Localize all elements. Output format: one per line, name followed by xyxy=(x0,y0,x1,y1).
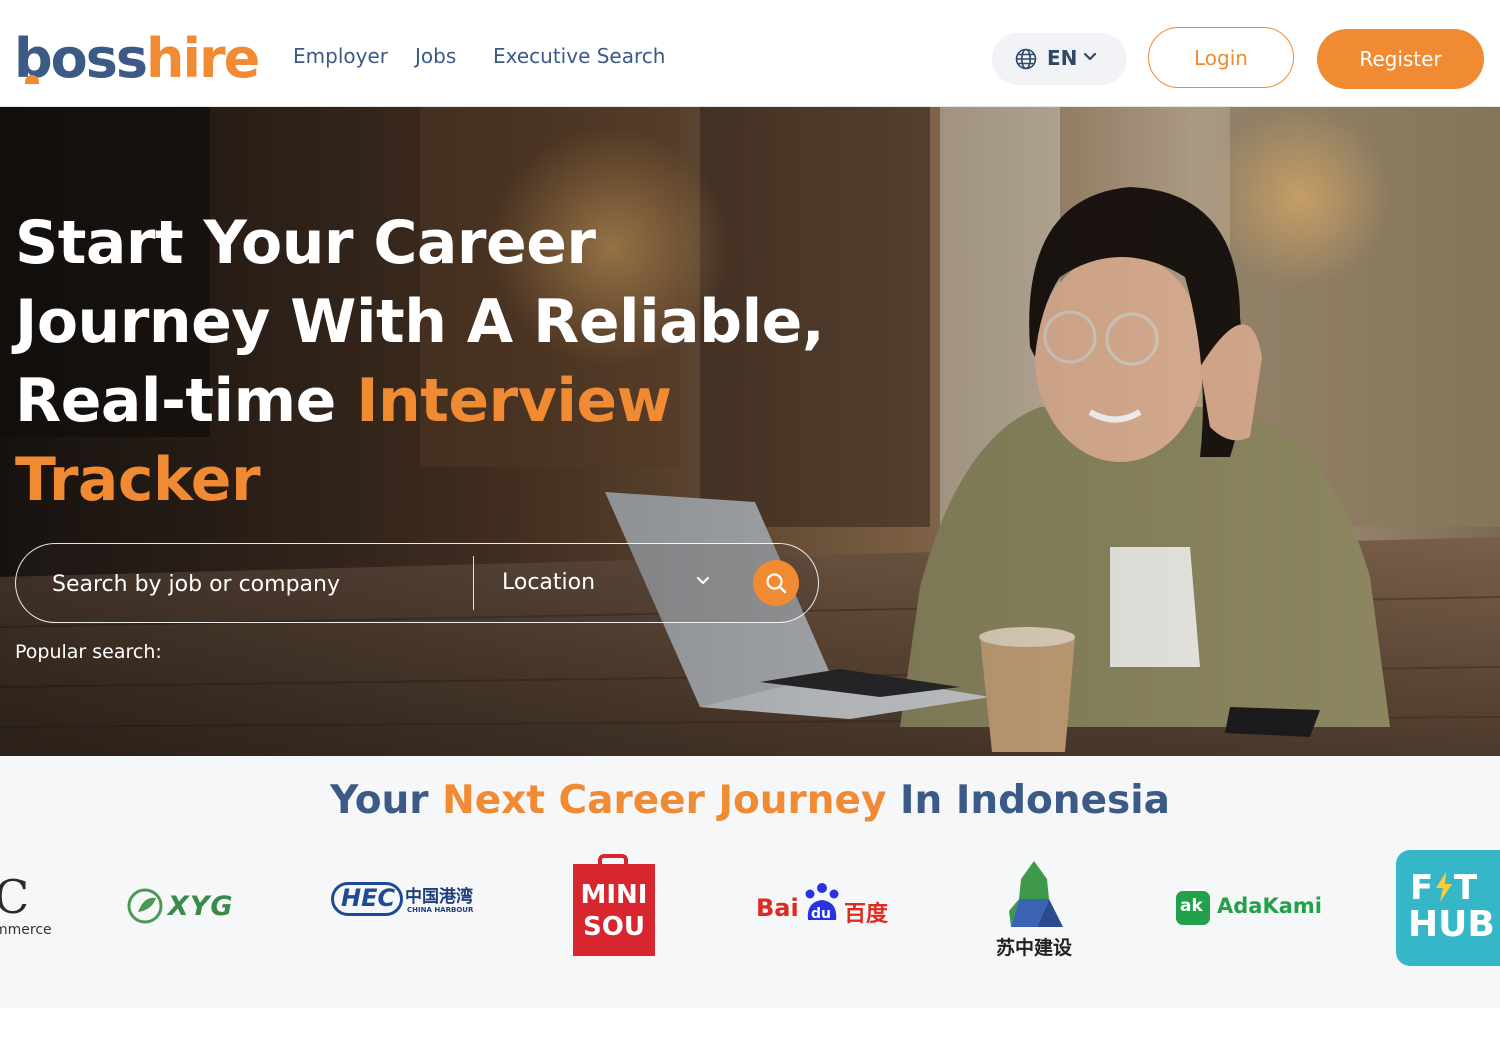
hero-section: Start Your Career Journey With A Reliabl… xyxy=(0,107,1500,756)
language-code: EN xyxy=(1047,46,1078,70)
partner-logo-suzhong: 苏中建设 xyxy=(988,859,1080,959)
partners-heading: Your Next Career Journey In Indonesia xyxy=(330,778,1170,823)
job-search-bar: Location xyxy=(15,543,819,623)
location-select[interactable]: Location xyxy=(502,570,595,595)
chevron-down-icon[interactable] xyxy=(696,576,710,586)
lightning-icon xyxy=(1436,872,1452,902)
xyg-leaf-icon xyxy=(127,888,163,924)
suzhong-mark-icon xyxy=(1009,861,1063,927)
miniso-bag xyxy=(573,864,655,956)
partner-logo-ecommerce: C mmerce xyxy=(0,870,52,938)
chevron-down-icon xyxy=(1083,52,1097,61)
search-divider xyxy=(473,556,474,610)
logo-person-mark xyxy=(25,75,39,84)
partner-logos-section: Your Next Career Journey In Indonesia C … xyxy=(0,756,1500,1008)
nav-jobs-link[interactable]: Jobs xyxy=(415,44,456,68)
partner-logo-fithub: F T HUB xyxy=(1396,850,1500,966)
bosshire-logo[interactable]: bosshire xyxy=(14,26,260,92)
register-button[interactable]: Register xyxy=(1317,29,1484,89)
partner-logo-baidu: Bai du 百度 xyxy=(756,880,896,927)
job-search-input[interactable] xyxy=(50,568,474,600)
partner-logo-adakami: ak AdaKami xyxy=(1176,890,1322,926)
partner-logo-miniso: MINI SOU xyxy=(573,854,655,956)
globe-icon xyxy=(1015,48,1037,70)
search-button[interactable] xyxy=(753,560,799,606)
nav-executive-search-link[interactable]: Executive Search xyxy=(493,44,665,68)
language-selector[interactable]: EN xyxy=(992,33,1127,85)
partner-logo-china-harbour: HEC 中国港湾 CHINA HARBOUR xyxy=(331,880,476,920)
hero-headline: Start Your Career Journey With A Reliabl… xyxy=(15,208,825,515)
popular-search-label: Popular search: xyxy=(15,641,162,663)
partner-logo-xyg: XYG xyxy=(126,886,262,926)
login-button[interactable]: Login xyxy=(1148,27,1294,88)
top-navbar: bosshire Employer Jobs Executive Search … xyxy=(0,0,1500,107)
search-icon xyxy=(766,573,787,594)
nav-employer-link[interactable]: Employer xyxy=(293,44,388,68)
